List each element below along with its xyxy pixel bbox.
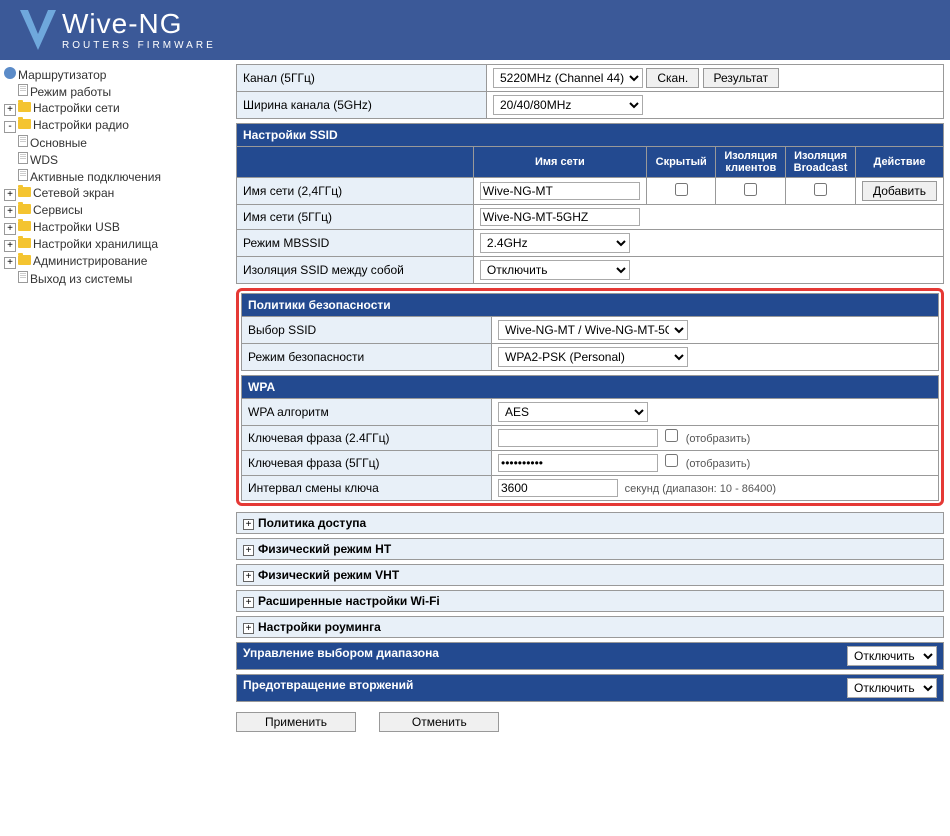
expand-icon[interactable]: +	[4, 189, 16, 201]
wpa-algo-select[interactable]: AES	[498, 402, 648, 422]
sidebar-item-router[interactable]: Маршрутизатор	[18, 68, 106, 82]
col-isolation-broadcast: Изоляция Broadcast	[786, 147, 856, 178]
ssid-isolation-label: Изоляция SSID между собой	[237, 257, 474, 284]
wpa-section-header: WPA	[242, 376, 939, 399]
ssid-section-header: Настройки SSID	[237, 124, 944, 147]
sidebar-item-services[interactable]: Сервисы	[33, 203, 83, 217]
security-section-header: Политики безопасности	[242, 294, 939, 317]
channel-5ghz-label: Канал (5ГГц)	[237, 65, 487, 92]
sidebar-item-admin[interactable]: Администрирование	[33, 254, 147, 268]
rekey-interval-hint: секунд (диапазон: 10 - 86400)	[625, 483, 776, 495]
sidebar-item-usb[interactable]: Настройки USB	[33, 220, 120, 234]
passphrase-24-input[interactable]	[498, 429, 658, 447]
access-policy-row[interactable]: +Политика доступа	[237, 513, 944, 534]
add-ssid-button[interactable]: Добавить	[862, 181, 937, 201]
plus-icon: +	[243, 623, 254, 634]
logo-icon	[20, 10, 56, 50]
security-mode-select[interactable]: WPA2-PSK (Personal)	[498, 347, 688, 367]
expand-icon[interactable]: +	[4, 206, 16, 218]
sidebar-item-logout[interactable]: Выход из системы	[30, 272, 132, 286]
folder-icon	[18, 187, 31, 197]
expand-icon[interactable]: +	[4, 240, 16, 252]
ssid-24-input[interactable]	[480, 182, 640, 200]
show-passphrase-24-checkbox[interactable]	[665, 429, 678, 442]
rekey-interval-label: Интервал смены ключа	[242, 476, 492, 501]
brand-subtitle: ROUTERS FIRMWARE	[62, 40, 216, 51]
collapse-icon[interactable]: -	[4, 121, 16, 133]
folder-icon	[18, 102, 31, 112]
band-steering-row: Управление выбором диапазона Отключить	[237, 643, 944, 670]
show-label: (отобразить)	[686, 433, 751, 445]
plus-icon: +	[243, 545, 254, 556]
expand-icon[interactable]: +	[4, 223, 16, 235]
channel-5ghz-select[interactable]: 5220MHz (Channel 44)	[493, 68, 643, 88]
sidebar-item-firewall[interactable]: Сетевой экран	[33, 186, 114, 200]
sidebar: Маршрутизатор Режим работы + Настройки се…	[0, 60, 230, 742]
intrusion-prevention-select[interactable]: Отключить	[847, 678, 937, 698]
expand-icon[interactable]: +	[4, 257, 16, 269]
folder-icon	[18, 204, 31, 214]
col-hidden: Скрытый	[646, 147, 716, 178]
world-icon	[4, 67, 16, 79]
plus-icon: +	[243, 571, 254, 582]
result-button[interactable]: Результат	[703, 68, 780, 88]
wpa-algo-label: WPA алгоритм	[242, 399, 492, 426]
rekey-interval-input[interactable]	[498, 479, 618, 497]
passphrase-24-label: Ключевая фраза (2.4ГГц)	[242, 426, 492, 451]
folder-icon	[18, 119, 31, 129]
page-icon	[18, 169, 28, 181]
scan-button[interactable]: Скан.	[646, 68, 699, 88]
mbssid-select[interactable]: 2.4GHz	[480, 233, 630, 253]
apply-button[interactable]: Применить	[236, 712, 356, 732]
folder-icon	[18, 255, 31, 265]
channel-width-select[interactable]: 20/40/80MHz	[493, 95, 643, 115]
folder-icon	[18, 238, 31, 248]
ssid-24-label: Имя сети (2,4ГГц)	[237, 178, 474, 205]
vht-mode-row[interactable]: +Физический режим VHT	[237, 565, 944, 586]
page-icon	[18, 152, 28, 164]
mbssid-label: Режим MBSSID	[237, 230, 474, 257]
wifi-advanced-row[interactable]: +Расширенные настройки Wi-Fi	[237, 591, 944, 612]
header: Wive-NG ROUTERS FIRMWARE	[0, 0, 950, 60]
expand-icon[interactable]: +	[4, 104, 16, 116]
page-icon	[18, 135, 28, 147]
ssid-select-label: Выбор SSID	[242, 317, 492, 344]
ssid-select[interactable]: Wive-NG-MT / Wive-NG-MT-5GHZ	[498, 320, 688, 340]
ssid-24-isol-bcast-checkbox[interactable]	[814, 183, 827, 196]
plus-icon: +	[243, 519, 254, 530]
intrusion-prevention-row: Предотвращение вторжений Отключить	[237, 675, 944, 702]
folder-icon	[18, 221, 31, 231]
passphrase-5-label: Ключевая фраза (5ГГц)	[242, 451, 492, 476]
sidebar-item-storage[interactable]: Настройки хранилища	[33, 237, 158, 251]
ssid-5-input[interactable]	[480, 208, 640, 226]
band-steering-select[interactable]: Отключить	[847, 646, 937, 666]
passphrase-5-input[interactable]	[498, 454, 658, 472]
sidebar-item-active[interactable]: Активные подключения	[30, 170, 161, 184]
ht-mode-row[interactable]: +Физический режим HT	[237, 539, 944, 560]
security-mode-label: Режим безопасности	[242, 344, 492, 371]
content: Канал (5ГГц) 5220MHz (Channel 44) Скан. …	[230, 60, 950, 742]
sidebar-item-network[interactable]: Настройки сети	[33, 101, 120, 115]
show-label: (отобразить)	[686, 458, 751, 470]
ssid-isolation-select[interactable]: Отключить	[480, 260, 630, 280]
col-action: Действие	[855, 147, 943, 178]
sidebar-item-wds[interactable]: WDS	[30, 153, 58, 167]
col-isolation-clients: Изоляция клиентов	[716, 147, 786, 178]
page-icon	[18, 84, 28, 96]
ssid-24-isol-clients-checkbox[interactable]	[744, 183, 757, 196]
sidebar-item-radio[interactable]: Настройки радио	[33, 118, 129, 132]
sidebar-item-mode[interactable]: Режим работы	[30, 85, 111, 99]
ssid-24-hidden-checkbox[interactable]	[675, 183, 688, 196]
channel-width-label: Ширина канала (5GHz)	[237, 92, 487, 119]
brand-name: Wive-NG	[62, 10, 216, 38]
security-highlight: Политики безопасности Выбор SSID Wive-NG…	[236, 288, 944, 506]
plus-icon: +	[243, 597, 254, 608]
show-passphrase-5-checkbox[interactable]	[665, 454, 678, 467]
sidebar-item-basic[interactable]: Основные	[30, 136, 87, 150]
roaming-row[interactable]: +Настройки роуминга	[237, 617, 944, 638]
cancel-button[interactable]: Отменить	[379, 712, 499, 732]
page-icon	[18, 271, 28, 283]
ssid-5-label: Имя сети (5ГГц)	[237, 205, 474, 230]
col-ssid-name: Имя сети	[473, 147, 646, 178]
